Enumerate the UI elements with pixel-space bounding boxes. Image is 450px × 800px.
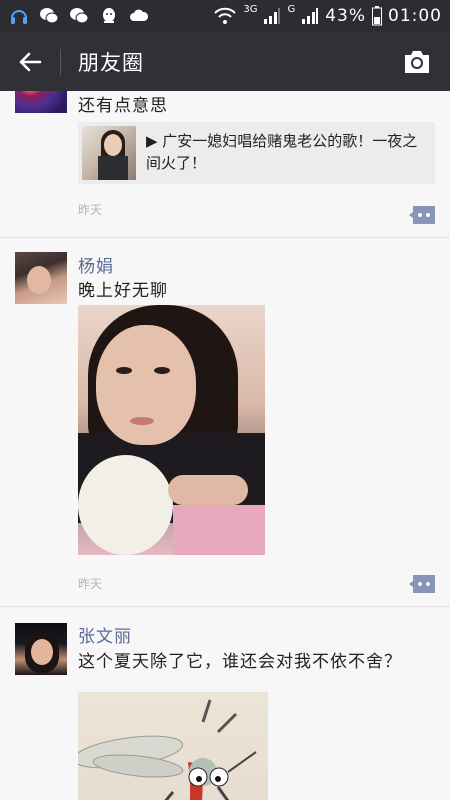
post-text: 这个夏天除了它，谁还会对我不依不舍？ <box>78 652 402 672</box>
status-system: 3G G 43% 01:00 <box>213 0 442 32</box>
poster-name[interactable]: 张文丽 <box>78 622 132 647</box>
post-text: 还有点意思 <box>78 96 168 116</box>
post-photo[interactable] <box>78 305 265 555</box>
status-bar: 3G G 43% 01:00 <box>0 0 450 32</box>
network-g-label: G <box>287 3 296 15</box>
back-arrow-icon[interactable] <box>14 46 46 78</box>
signal-icon <box>264 8 281 24</box>
shared-link-card[interactable]: ▶ 广安一媳妇唱给赌鬼老公的歌！一夜之间火了！ <box>78 122 435 184</box>
nav-divider <box>60 49 61 75</box>
moment-post: 还有点意思 ▶ 广安一媳妇唱给赌鬼老公的歌！一夜之间火了！ 昨天 <box>0 91 450 237</box>
mosquito-illustration <box>78 699 257 800</box>
network-3g-label: 3G <box>243 3 258 15</box>
post-text: 晚上好无聊 <box>78 281 168 301</box>
status-time: 01:00 <box>388 6 442 26</box>
post-time: 昨天 <box>78 577 103 591</box>
poster-name[interactable]: 杨娟 <box>78 252 114 277</box>
share-title: ▶ 广安一媳妇唱给赌鬼老公的歌！一夜之间火了！ <box>146 132 418 172</box>
status-notifications <box>8 5 150 27</box>
avatar[interactable] <box>15 623 67 675</box>
page-title: 朋友圈 <box>78 51 144 75</box>
headset-icon <box>11 10 27 24</box>
avatar[interactable] <box>15 91 67 113</box>
comment-icon[interactable] <box>409 206 435 224</box>
battery-icon <box>372 6 382 26</box>
post-time: 昨天 <box>78 203 103 217</box>
battery-percent: 43% <box>325 6 366 26</box>
wifi-icon <box>214 7 237 24</box>
share-thumbnail <box>82 126 136 180</box>
avatar[interactable] <box>15 252 67 304</box>
wechat-icon <box>40 8 59 24</box>
camera-icon[interactable] <box>402 48 432 76</box>
moment-post: 张文丽 这个夏天除了它，谁还会对我不依不舍？ <box>0 607 450 800</box>
nav-bar: 朋友圈 <box>0 32 450 91</box>
qq-icon <box>103 8 115 23</box>
signal-icon <box>302 8 319 24</box>
comment-icon[interactable] <box>409 575 435 593</box>
wechat-icon <box>70 8 89 24</box>
moment-post: 杨娟 晚上好无聊 昨天 <box>0 238 450 606</box>
cloud-icon <box>130 9 149 21</box>
moments-feed[interactable]: 还有点意思 ▶ 广安一媳妇唱给赌鬼老公的歌！一夜之间火了！ 昨天 杨娟 晚上好无… <box>0 91 450 800</box>
post-photo[interactable] <box>78 692 268 800</box>
